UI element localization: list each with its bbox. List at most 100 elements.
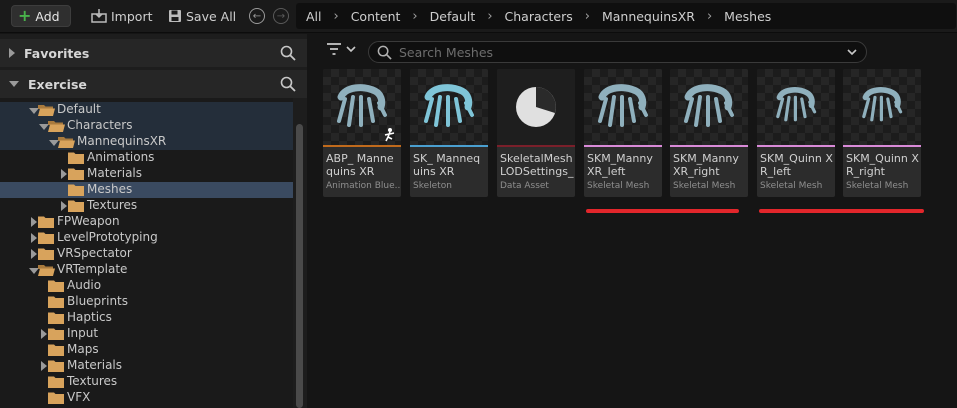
folder-open-icon — [58, 137, 75, 148]
tree-item-label: MannequinsXR — [77, 134, 167, 148]
breadcrumb-item[interactable]: Characters — [505, 9, 573, 24]
skeleton-hand-icon — [424, 84, 474, 127]
toolbar: + Add Import Save All ← → All › Content › … — [0, 0, 957, 33]
asset-type-color-bar — [323, 145, 401, 147]
asset-thumbnail — [497, 69, 575, 145]
tree-item[interactable]: Haptics — [0, 310, 293, 326]
expand-arrow-icon[interactable] — [31, 217, 37, 227]
hand-mesh-icon — [598, 84, 648, 127]
breadcrumb-item[interactable]: Default — [430, 9, 476, 24]
folder-icon — [68, 152, 84, 164]
expand-arrow-icon[interactable] — [31, 249, 37, 259]
folder-open-icon — [38, 105, 55, 116]
folder-icon — [48, 392, 64, 404]
tree-item[interactable]: Materials — [0, 166, 293, 182]
asset-name: SKM_Manny XR_right — [673, 152, 739, 178]
save-all-button[interactable]: Save All — [168, 5, 236, 27]
import-label: Import — [111, 8, 153, 24]
asset-type: Skeletal Mesh — [760, 181, 823, 191]
tree-item[interactable]: Animations — [0, 150, 293, 166]
tree-item[interactable]: Input — [0, 326, 293, 342]
expand-arrow-icon[interactable] — [61, 201, 67, 211]
folder-open-icon — [38, 265, 55, 276]
asset-tile[interactable]: ABP_ Mannequins XR Animation Blue... — [323, 69, 401, 197]
exercise-label: Exercise — [28, 76, 87, 92]
breadcrumb-item[interactable]: Meshes — [724, 9, 771, 24]
chevron-right-icon: › — [706, 8, 713, 24]
asset-tile[interactable]: SKM_Manny XR_right Skeletal Mesh — [670, 69, 748, 197]
asset-type: Animation Blue... — [326, 181, 400, 191]
breadcrumb-item[interactable]: All — [306, 9, 322, 24]
asset-type: Skeletal Mesh — [587, 181, 650, 191]
search-icon[interactable] — [280, 76, 296, 92]
asset-type-color-bar — [410, 145, 488, 147]
folder-icon — [38, 232, 54, 244]
tree-item[interactable]: VRSpectator — [0, 246, 293, 262]
add-button[interactable]: + Add — [11, 5, 71, 27]
expand-arrow-icon[interactable] — [41, 329, 47, 339]
asset-name: SKM_Quinn XR_right — [846, 152, 919, 178]
annotation-underline — [759, 209, 924, 213]
tree-item[interactable]: Default — [0, 102, 293, 118]
tree-item-label: Textures — [67, 374, 118, 388]
tree-item-label: VRSpectator — [57, 246, 132, 260]
asset-tile[interactable]: SKM_Quinn XR_right Skeletal Mesh — [843, 69, 921, 197]
tree-item[interactable]: VFX — [0, 390, 293, 406]
folder-tree: Default Characters MannequinsXR Animations M… — [0, 98, 293, 408]
tree-item-label: Meshes — [87, 182, 133, 196]
hand-mesh-icon — [862, 87, 903, 122]
tree-item[interactable]: Characters — [0, 118, 293, 134]
favorites-header[interactable]: Favorites — [0, 39, 307, 67]
expand-arrow-icon[interactable] — [41, 361, 47, 371]
chevron-down-icon[interactable] — [846, 46, 858, 58]
tree-item-label: Animations — [87, 150, 155, 164]
asset-type: Data Asset — [500, 181, 549, 191]
asset-type-color-bar — [843, 145, 921, 147]
folder-icon — [38, 216, 54, 228]
expand-arrow-icon — [9, 48, 15, 58]
folder-icon — [48, 360, 64, 372]
breadcrumb: All › Content › Default › Characters › Manne… — [296, 3, 956, 29]
tree-item[interactable]: Materials — [0, 358, 293, 374]
asset-tile[interactable]: SK_ Mannequins XR Skeleton — [410, 69, 488, 197]
breadcrumb-item[interactable]: MannequinsXR — [602, 9, 695, 24]
forward-icon[interactable]: → — [273, 8, 289, 24]
filter-button[interactable] — [326, 42, 357, 56]
tree-item[interactable]: Audio — [0, 278, 293, 294]
import-button[interactable]: Import — [91, 5, 153, 27]
tree-item[interactable]: Textures — [0, 198, 293, 214]
breadcrumb-item[interactable]: Content — [351, 9, 401, 24]
tree-item-label: LevelPrototyping — [57, 230, 158, 244]
search-icon[interactable] — [280, 45, 296, 61]
asset-thumbnail — [757, 69, 835, 145]
asset-type-color-bar — [670, 145, 748, 147]
asset-thumbnail — [843, 69, 921, 145]
tree-scrollbar[interactable] — [296, 124, 303, 408]
tree-item-label: Materials — [87, 166, 143, 180]
tree-item[interactable]: Meshes — [0, 182, 293, 198]
tree-item[interactable]: Blueprints — [0, 294, 293, 310]
chevron-right-icon: › — [333, 8, 339, 24]
expand-arrow-icon[interactable] — [61, 169, 67, 179]
asset-name: SkeletalMesh LODSettings_ Hand — [500, 152, 574, 178]
asset-type: Skeleton — [413, 181, 452, 191]
exercise-header[interactable]: Exercise — [0, 70, 307, 98]
tree-item[interactable]: LevelPrototyping — [0, 230, 293, 246]
back-icon[interactable]: ← — [249, 8, 265, 24]
folder-icon — [38, 248, 54, 260]
tree-item[interactable]: MannequinsXR — [0, 134, 293, 150]
chevron-right-icon: › — [584, 8, 590, 24]
expand-arrow-icon[interactable] — [31, 233, 37, 243]
tree-item[interactable]: Textures — [0, 374, 293, 390]
search-input[interactable]: Search Meshes — [368, 41, 867, 63]
tree-item[interactable]: FPWeapon — [0, 214, 293, 230]
asset-tile[interactable]: SKM_Manny XR_left Skeletal Mesh — [584, 69, 662, 197]
folder-icon — [68, 200, 84, 212]
asset-type-color-bar — [757, 145, 835, 147]
tree-item-label: Default — [57, 102, 101, 116]
tree-item[interactable]: VRTemplate — [0, 262, 293, 278]
asset-thumbnail — [584, 69, 662, 145]
asset-tile[interactable]: SKM_Quinn XR_left Skeletal Mesh — [757, 69, 835, 197]
tree-item[interactable]: Maps — [0, 342, 293, 358]
asset-tile[interactable]: SkeletalMesh LODSettings_ Hand Data Asset — [497, 69, 575, 197]
